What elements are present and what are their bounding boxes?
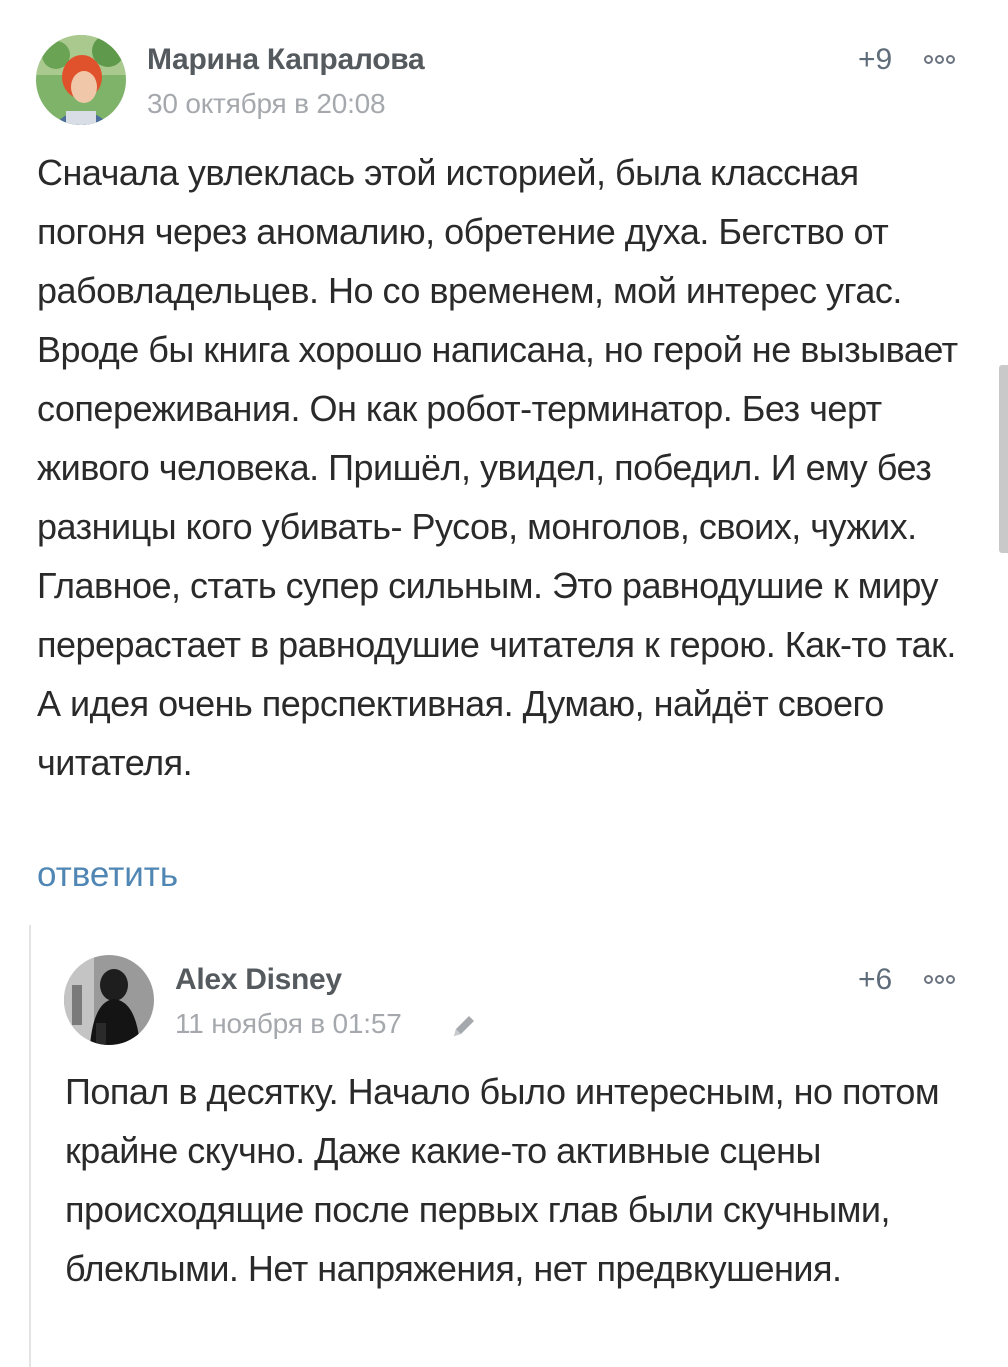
avatar[interactable] xyxy=(64,955,154,1045)
comment-date: 11 ноября в 01:57 xyxy=(175,1008,402,1039)
scrollbar[interactable] xyxy=(999,365,1008,553)
comment-author[interactable]: Марина Капралова xyxy=(147,43,425,77)
comment-rating: +6 xyxy=(858,963,893,996)
comment-text: Попал в десятку. Начало было интересным,… xyxy=(65,1071,940,1289)
thread-indent-line xyxy=(29,925,31,1367)
avatar[interactable] xyxy=(36,35,126,125)
more-options-icon[interactable] xyxy=(924,51,957,69)
comment-author[interactable]: Alex Disney xyxy=(175,963,342,997)
pencil-icon[interactable] xyxy=(449,1011,479,1041)
comment-date: 30 октября в 20:08 xyxy=(147,88,386,119)
reply-link[interactable]: ответить xyxy=(37,855,178,895)
comment-text: Сначала увлеклась этой историей, была кл… xyxy=(37,152,958,783)
comment-rating: +9 xyxy=(858,43,893,76)
more-options-icon[interactable] xyxy=(924,971,957,989)
